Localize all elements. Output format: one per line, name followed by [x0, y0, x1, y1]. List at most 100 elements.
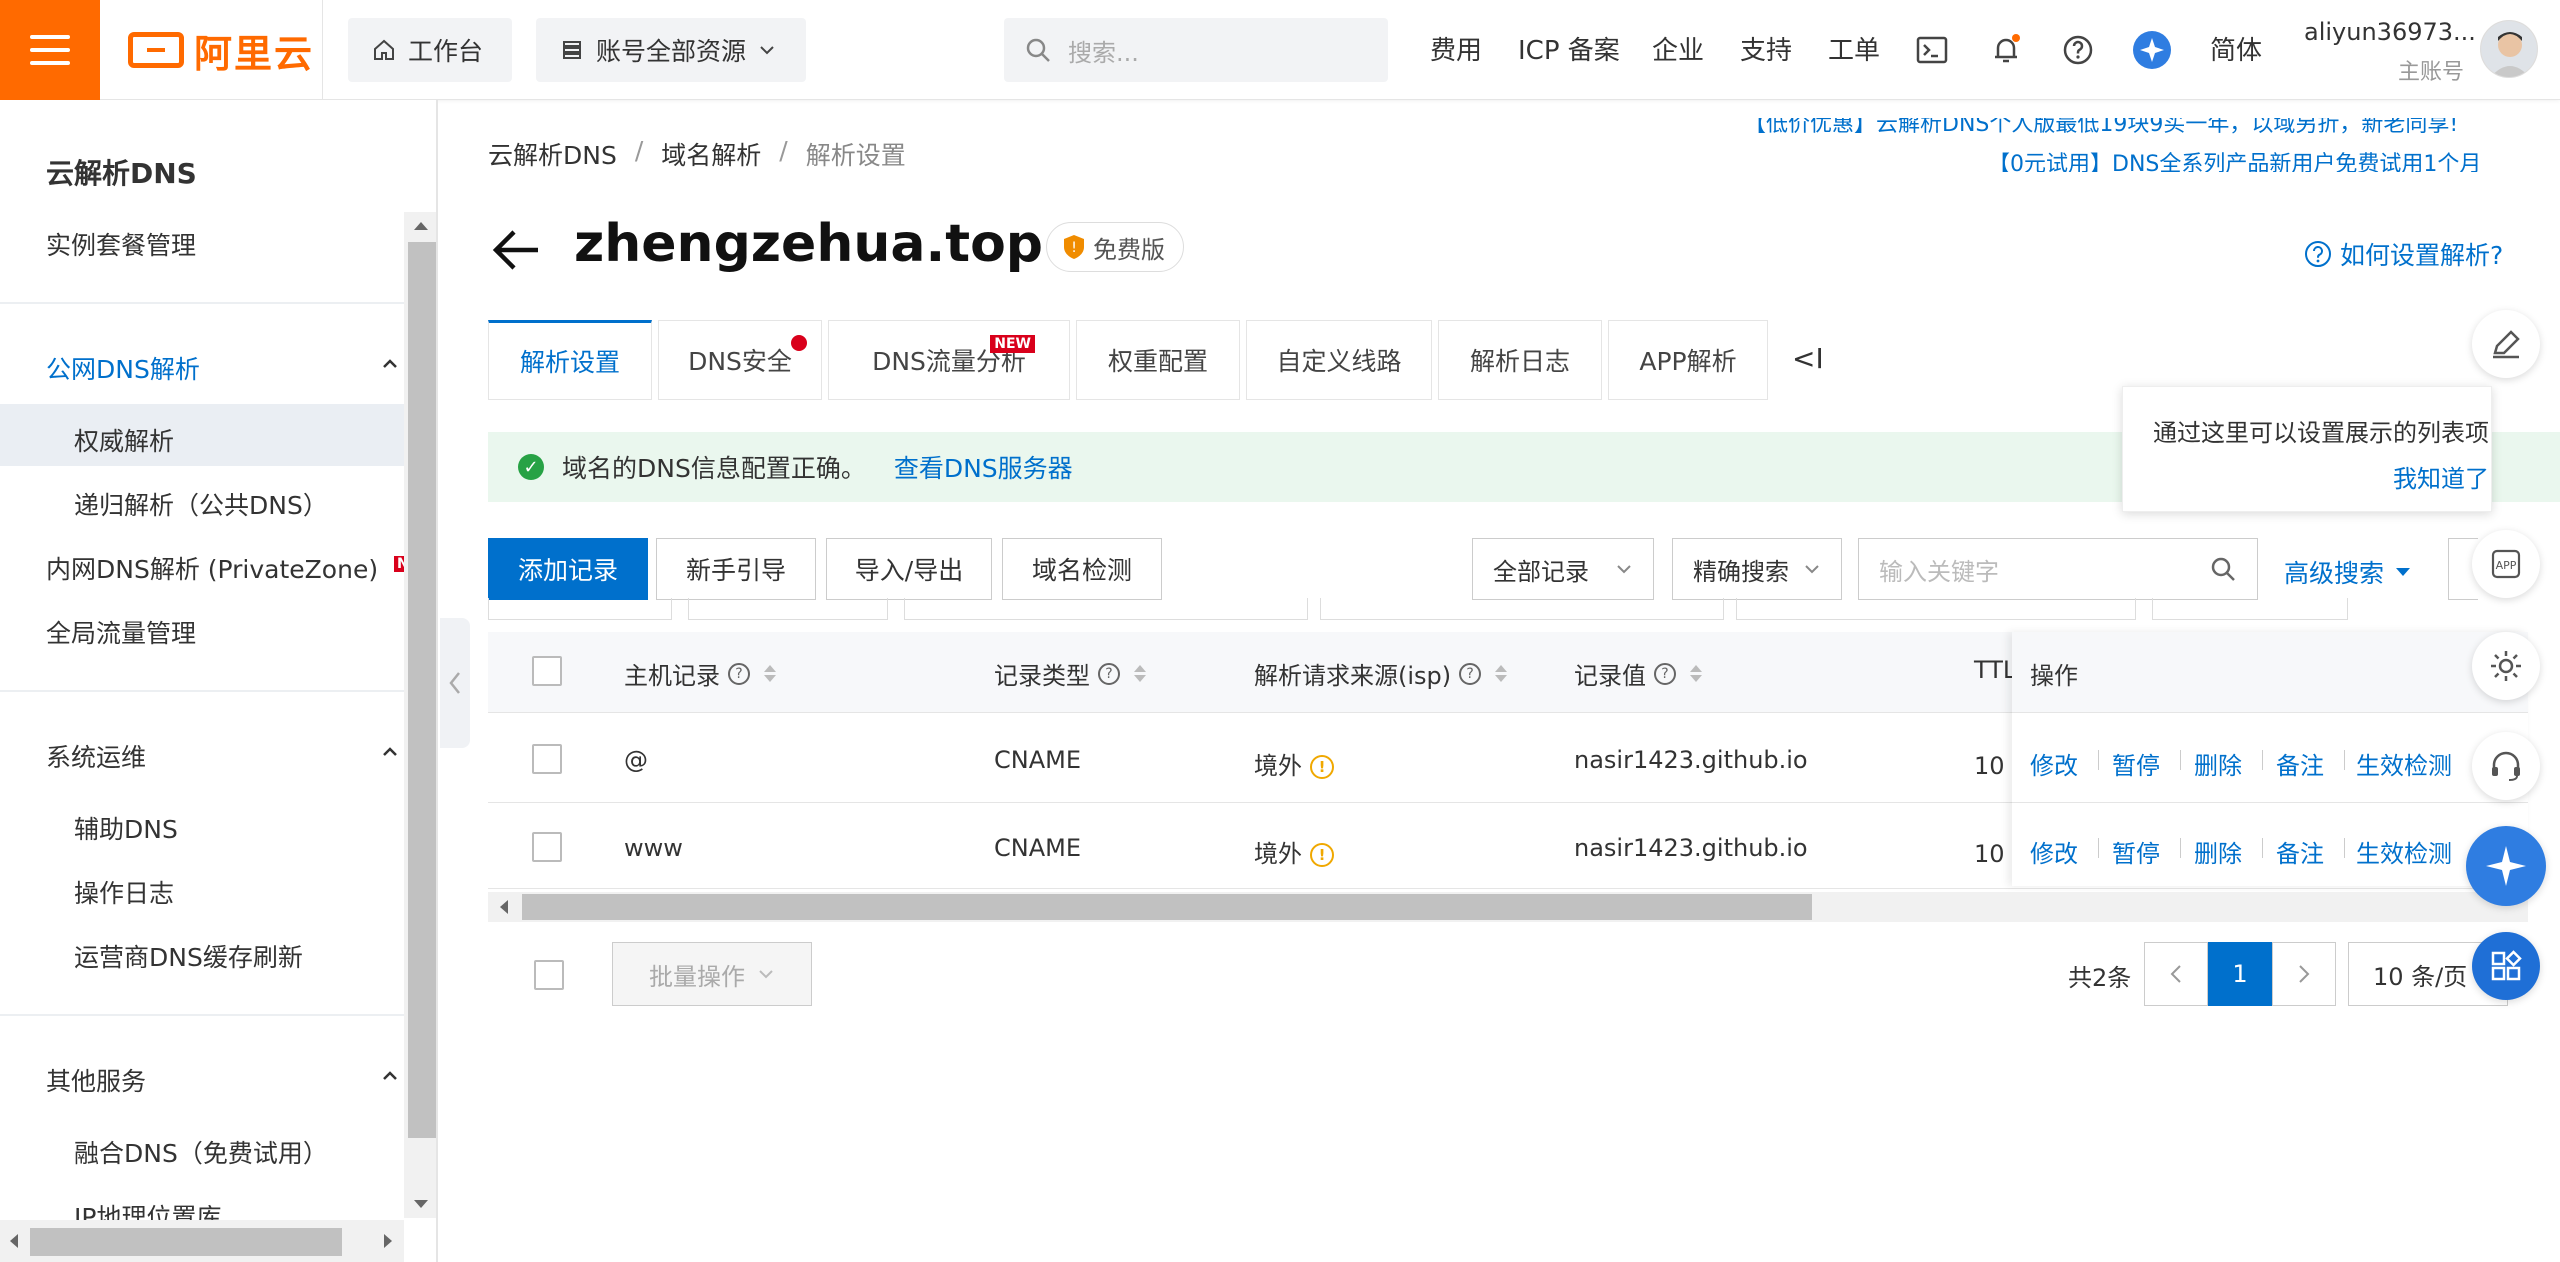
app-download-icon[interactable]: APP [2472, 530, 2540, 598]
chevron-up-icon[interactable] [380, 1066, 400, 1086]
user-name[interactable]: aliyun36973... [2304, 18, 2476, 46]
resources-dropdown[interactable]: 账号全部资源 [536, 18, 806, 82]
column-header-host[interactable]: 主机记录 ? [624, 656, 776, 691]
batch-operations-button[interactable]: 批量操作 [612, 942, 812, 1006]
tab-dns-security[interactable]: DNS安全 [658, 320, 822, 400]
avatar[interactable] [2480, 20, 2538, 78]
info-icon[interactable]: ? [1098, 662, 1120, 685]
scroll-up-arrow-icon[interactable] [412, 218, 430, 232]
topnav-support[interactable]: 支持 [1740, 30, 1792, 67]
promo-link[interactable]: 【0元试用】DNS全系列产品新用户免费试用1个月 [1988, 150, 2514, 172]
topnav-enterprise[interactable]: 企业 [1652, 30, 1704, 67]
next-page-button[interactable] [2272, 942, 2336, 1006]
workbench-button[interactable]: 工作台 [348, 18, 512, 82]
terminal-icon[interactable] [1912, 30, 1952, 70]
verify-link[interactable]: 生效检测 [2356, 834, 2452, 869]
sidebar-item-instance-plan[interactable]: 实例套餐管理 [46, 226, 196, 262]
breadcrumb-item[interactable]: 域名解析 [661, 136, 761, 172]
sidebar-item-oplog[interactable]: 操作日志 [74, 874, 174, 910]
edit-link[interactable]: 修改 [2030, 834, 2078, 869]
keyword-search-input[interactable]: 输入关键字 [1858, 538, 2258, 600]
info-icon[interactable]: ? [1459, 662, 1482, 685]
search-icon[interactable] [2209, 555, 2237, 583]
tab-more-button[interactable]: <I [1792, 342, 1824, 375]
tab-app-dns[interactable]: APP解析 [1608, 320, 1768, 400]
prev-page-button[interactable] [2144, 942, 2208, 1006]
tab-custom-line[interactable]: 自定义线路 [1246, 320, 1432, 400]
assistant-icon[interactable] [2132, 30, 2172, 70]
topnav-icp[interactable]: ICP 备案 [1518, 30, 1620, 67]
select-all-checkbox[interactable] [532, 656, 562, 686]
info-icon[interactable]: ? [1654, 662, 1676, 685]
how-to-setup-link[interactable]: 如何设置解析? [2304, 236, 2503, 272]
back-arrow-icon[interactable] [488, 222, 544, 278]
settings-icon[interactable] [2472, 632, 2540, 700]
language-switch[interactable]: 简体 [2210, 30, 2262, 67]
column-header-isp[interactable]: 解析请求来源(isp) ? [1254, 656, 1508, 691]
record-filter-select[interactable]: 全部记录 [1472, 538, 1654, 600]
note-link[interactable]: 备注 [2276, 834, 2324, 869]
delete-link[interactable]: 删除 [2194, 834, 2242, 869]
sidebar-item-secondary-dns[interactable]: 辅助DNS [74, 810, 178, 846]
sort-icon[interactable] [1690, 665, 1702, 682]
customer-service-icon[interactable] [2472, 732, 2540, 800]
chevron-up-icon[interactable] [380, 742, 400, 762]
sort-icon[interactable] [764, 665, 776, 682]
scroll-left-arrow-icon[interactable] [496, 898, 510, 916]
import-export-button[interactable]: 导入/导出 [826, 538, 992, 600]
tab-dns-log[interactable]: 解析日志 [1438, 320, 1602, 400]
sort-icon[interactable] [1134, 665, 1146, 682]
scroll-right-arrow-icon[interactable] [382, 1232, 396, 1250]
row-checkbox[interactable] [532, 832, 562, 862]
sidebar-item-privatezone[interactable]: 内网DNS解析 (PrivateZone) [46, 550, 378, 586]
topnav-ticket[interactable]: 工单 [1828, 30, 1880, 67]
topnav-billing[interactable]: 费用 [1430, 30, 1482, 67]
sidebar-item-cache-refresh[interactable]: 运营商DNS缓存刷新 [74, 938, 303, 974]
search-mode-select[interactable]: 精确搜索 [1672, 538, 1842, 600]
beginner-guide-button[interactable]: 新手引导 [656, 538, 816, 600]
sidebar-vertical-scroll-thumb[interactable] [408, 242, 436, 1138]
tab-dns-settings[interactable]: 解析设置 [488, 320, 652, 400]
sidebar-item-recursive[interactable]: 递归解析（公共DNS） [74, 486, 328, 522]
info-icon[interactable]: ? [728, 662, 750, 685]
column-header-ttl[interactable]: TTL [1974, 656, 2016, 684]
page-number-button[interactable]: 1 [2208, 942, 2272, 1006]
view-dns-servers-link[interactable]: 查看DNS服务器 [894, 449, 1073, 485]
chevron-up-icon[interactable] [380, 354, 400, 374]
sidebar-item-public-dns[interactable]: 公网DNS解析 [46, 350, 200, 386]
column-header-type[interactable]: 记录类型 ? [994, 656, 1146, 691]
scroll-down-arrow-icon[interactable] [412, 1198, 430, 1212]
sort-icon[interactable] [1495, 665, 1508, 682]
pause-link[interactable]: 暂停 [2112, 834, 2160, 869]
sidebar-horizontal-scroll-thumb[interactable] [30, 1228, 342, 1256]
promo-link[interactable]: 【低价优惠】云解析DNS个人版最低19块9买一年，以域另折，新老同享! [1744, 118, 2514, 144]
edit-link[interactable]: 修改 [2030, 746, 2078, 781]
sidebar-item-other[interactable]: 其他服务 [46, 1062, 146, 1098]
sidebar-collapse-handle[interactable] [440, 618, 470, 748]
tab-weight[interactable]: 权重配置 [1076, 320, 1240, 400]
tab-dns-traffic[interactable]: DNS流量分析 NEW [828, 320, 1070, 400]
warning-icon[interactable]: ! [1310, 755, 1334, 779]
column-header-value[interactable]: 记录值 ? [1574, 656, 1702, 691]
ai-assistant-icon[interactable] [2466, 826, 2546, 906]
bell-icon[interactable] [1986, 30, 2026, 70]
menu-icon[interactable] [0, 0, 100, 100]
apps-grid-icon[interactable] [2472, 932, 2540, 1000]
delete-link[interactable]: 删除 [2194, 746, 2242, 781]
sidebar-item-authoritative[interactable]: 权威解析 [74, 422, 174, 458]
table-horizontal-scroll-thumb[interactable] [522, 894, 1812, 920]
domain-check-button[interactable]: 域名检测 [1002, 538, 1162, 600]
row-checkbox[interactable] [532, 744, 562, 774]
sidebar-item-gtm[interactable]: 全局流量管理 [46, 614, 196, 650]
help-icon[interactable] [2058, 30, 2098, 70]
warning-icon[interactable]: ! [1310, 843, 1334, 867]
breadcrumb-item[interactable]: 云解析DNS [488, 136, 617, 172]
verify-link[interactable]: 生效检测 [2356, 746, 2452, 781]
scroll-left-arrow-icon[interactable] [6, 1232, 20, 1250]
advanced-search-toggle[interactable]: 高级搜索 [2284, 554, 2412, 590]
edit-feedback-icon[interactable] [2472, 310, 2540, 378]
tooltip-dismiss-link[interactable]: 我知道了 [2393, 459, 2489, 494]
note-link[interactable]: 备注 [2276, 746, 2324, 781]
footer-select-all-checkbox[interactable] [534, 960, 564, 990]
aliyun-logo[interactable]: 阿里云 [128, 28, 314, 76]
